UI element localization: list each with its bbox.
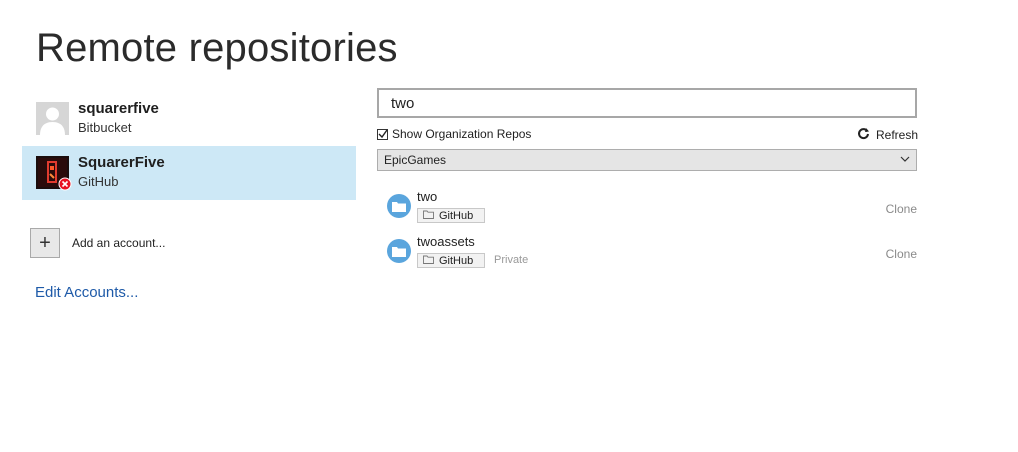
organization-select[interactable]: EpicGames — [377, 149, 917, 171]
default-avatar-icon — [36, 102, 69, 135]
folder-icon — [387, 194, 411, 218]
account-name: SquarerFive — [78, 154, 165, 171]
account-name: squarerfive — [78, 100, 159, 117]
folder-outline-icon — [423, 210, 434, 222]
show-org-repos-checkbox[interactable]: Show Organization Repos — [377, 127, 531, 141]
repo-item[interactable]: twoassets GitHub Private Clone — [387, 234, 918, 275]
account-item-github[interactable]: SquarerFive GitHub — [22, 146, 356, 200]
private-label: Private — [494, 254, 529, 266]
repo-item[interactable]: two GitHub Clone — [387, 189, 918, 230]
add-account-button[interactable]: + — [30, 228, 60, 258]
account-type: GitHub — [78, 174, 119, 189]
edit-accounts-link[interactable]: Edit Accounts... — [35, 284, 138, 301]
show-org-repos-label: Show Organization Repos — [392, 127, 532, 141]
plus-icon: + — [39, 231, 51, 254]
folder-icon — [387, 239, 411, 263]
folder-outline-icon — [423, 255, 434, 267]
chevron-down-icon — [900, 153, 910, 167]
account-item-bitbucket[interactable]: squarerfive Bitbucket — [22, 92, 356, 146]
clone-button[interactable]: Clone — [886, 202, 917, 216]
refresh-label: Refresh — [876, 128, 919, 142]
host-label: GitHub — [439, 254, 474, 267]
host-badge: GitHub — [417, 253, 485, 268]
repo-name: twoassets — [417, 234, 475, 249]
refresh-button[interactable]: Refresh — [857, 127, 918, 143]
repo-name: two — [417, 189, 438, 204]
search-input[interactable] — [377, 88, 917, 118]
clone-button[interactable]: Clone — [886, 247, 917, 261]
page-title: Remote repositories — [36, 26, 398, 70]
github-avatar — [36, 156, 72, 191]
error-badge-icon — [58, 177, 72, 191]
checkbox-icon[interactable] — [377, 128, 388, 140]
refresh-icon — [857, 127, 870, 143]
host-badge: GitHub — [417, 208, 485, 223]
add-account-label[interactable]: Add an account... — [72, 236, 165, 250]
account-type: Bitbucket — [78, 120, 132, 135]
organization-select-value: EpicGames — [384, 153, 447, 167]
host-label: GitHub — [439, 209, 474, 222]
